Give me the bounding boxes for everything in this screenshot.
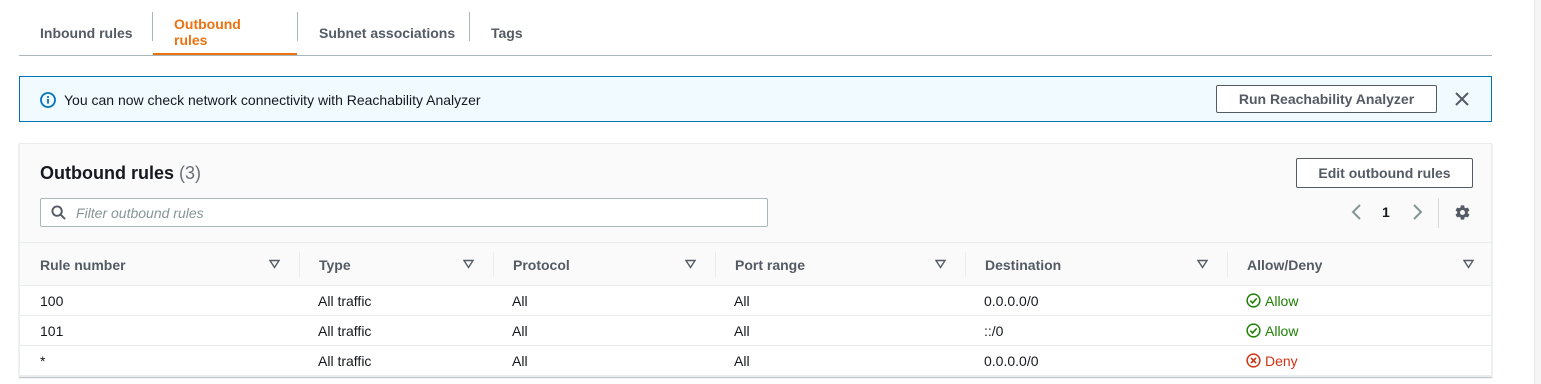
check-circle-icon <box>1246 293 1261 308</box>
column-header-port-range[interactable]: Port range <box>735 243 805 286</box>
gear-icon[interactable] <box>1454 204 1471 221</box>
column-header-rule-number[interactable]: Rule number <box>40 243 126 286</box>
table-header: Rule number Type Protocol Port range Des… <box>20 242 1491 286</box>
cell-rule-number: * <box>40 352 46 369</box>
info-circle-icon <box>40 92 56 108</box>
rule-count: (3) <box>179 163 202 183</box>
table-row[interactable]: 100 All traffic All All 0.0.0.0/0 Allow <box>20 286 1491 316</box>
status-label: Deny <box>1265 352 1298 369</box>
page-scrollbar[interactable] <box>1534 0 1541 384</box>
column-divider <box>299 252 300 277</box>
reachability-info-banner: You can now check network connectivity w… <box>19 76 1492 122</box>
cell-type: All traffic <box>318 322 372 339</box>
sort-caret-down-icon[interactable] <box>935 259 946 269</box>
outbound-rules-panel: Outbound rules (3) Edit outbound rules F… <box>19 143 1492 377</box>
column-divider <box>1227 252 1228 277</box>
cell-port-range: All <box>734 322 750 339</box>
sort-caret-down-icon[interactable] <box>463 259 474 269</box>
panel-title: Outbound rules (3) <box>40 163 201 184</box>
cell-rule-number: 100 <box>40 292 64 309</box>
search-icon <box>51 205 66 220</box>
current-page-number[interactable]: 1 <box>1382 204 1390 220</box>
cell-protocol: All <box>512 292 528 309</box>
cell-type: All traffic <box>318 292 372 309</box>
sort-caret-down-icon[interactable] <box>685 259 696 269</box>
tab-inbound-rules[interactable]: Inbound rules <box>19 10 154 55</box>
edit-outbound-rules-button[interactable]: Edit outbound rules <box>1296 158 1473 188</box>
column-divider <box>715 252 716 277</box>
tab-tags[interactable]: Tags <box>470 10 544 55</box>
pagination-divider <box>1438 198 1439 228</box>
panel-title-text: Outbound rules <box>40 163 174 183</box>
status-label: Allow <box>1265 292 1299 309</box>
cell-type: All traffic <box>318 352 372 369</box>
cell-destination: 0.0.0.0/0 <box>984 352 1039 369</box>
column-divider <box>965 252 966 277</box>
cell-port-range: All <box>734 292 750 309</box>
cell-protocol: All <box>512 322 528 339</box>
x-circle-icon <box>1246 353 1261 368</box>
cell-destination: ::/0 <box>984 322 1004 339</box>
cell-port-range: All <box>734 352 750 369</box>
sort-caret-down-icon[interactable] <box>1197 259 1208 269</box>
column-header-destination[interactable]: Destination <box>985 243 1061 286</box>
sort-caret-down-icon[interactable] <box>1463 259 1474 269</box>
column-header-type[interactable]: Type <box>319 243 351 286</box>
status-allow: Allow <box>1246 286 1298 315</box>
cell-protocol: All <box>512 352 528 369</box>
status-label: Allow <box>1265 322 1299 339</box>
column-divider <box>493 252 494 277</box>
column-header-protocol[interactable]: Protocol <box>513 243 570 286</box>
sort-caret-down-icon[interactable] <box>269 259 280 269</box>
tab-bar: Inbound rules Outbound rules Subnet asso… <box>19 0 1492 56</box>
chevron-left-icon[interactable] <box>1350 204 1364 220</box>
table-row[interactable]: * All traffic All All 0.0.0.0/0 Deny <box>20 346 1491 376</box>
chevron-right-icon[interactable] <box>1410 204 1424 220</box>
banner-message: You can now check network connectivity w… <box>64 92 481 108</box>
status-allow: Allow <box>1246 316 1298 345</box>
filter-outbound-rules-input[interactable]: Filter outbound rules <box>40 198 768 227</box>
check-circle-icon <box>1246 323 1261 338</box>
close-icon[interactable] <box>1454 91 1470 107</box>
run-reachability-analyzer-button[interactable]: Run Reachability Analyzer <box>1216 85 1437 113</box>
cell-rule-number: 101 <box>40 322 64 339</box>
cell-destination: 0.0.0.0/0 <box>984 292 1039 309</box>
tab-outbound-rules[interactable]: Outbound rules <box>153 10 297 55</box>
status-deny: Deny <box>1246 346 1298 375</box>
filter-placeholder: Filter outbound rules <box>76 205 204 221</box>
column-header-allow-deny[interactable]: Allow/Deny <box>1247 243 1322 286</box>
table-row[interactable]: 101 All traffic All All ::/0 Allow <box>20 316 1491 346</box>
tab-subnet-associations[interactable]: Subnet associations <box>298 10 476 55</box>
